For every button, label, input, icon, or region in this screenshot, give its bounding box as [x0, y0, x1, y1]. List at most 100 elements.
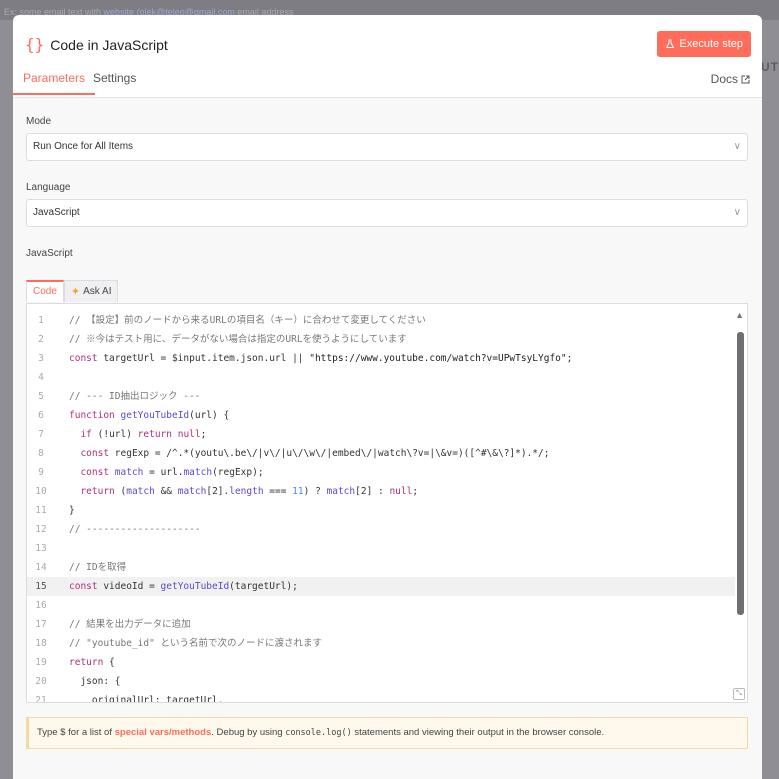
tab-code[interactable]: Code — [26, 280, 64, 302]
code-tabs: Code ✦ Ask AI — [26, 280, 119, 302]
code-text: function getYouTubeId(url) { — [69, 410, 230, 421]
code-line[interactable]: 16 — [27, 596, 735, 615]
line-number: 21 — [35, 695, 47, 703]
execute-step-button[interactable]: Execute step — [657, 31, 751, 57]
line-number: 5 — [38, 391, 44, 402]
sparkle-icon: ✦ — [70, 285, 81, 298]
language-select[interactable]: JavaScript ∨ — [26, 199, 748, 227]
tab-ask-ai[interactable]: ✦ Ask AI — [63, 280, 119, 302]
line-number: 11 — [35, 505, 47, 516]
hint-text-suffix: statements and viewing their output in t… — [354, 727, 605, 738]
docs-link[interactable]: Docs — [711, 72, 750, 86]
code-text: const targetUrl = $input.item.json.url |… — [69, 353, 573, 364]
code-line[interactable]: 13 — [27, 539, 735, 558]
hint-code: console.log() — [285, 728, 352, 738]
line-number: 6 — [38, 410, 44, 421]
code-text: // ※今はテスト用に、データがない場合は指定のURLを使うようにしています — [69, 334, 407, 345]
resize-handle-icon[interactable]: ⤡ — [733, 688, 745, 700]
code-hint-bar: Type $ for a list of special vars/method… — [26, 717, 748, 749]
code-line[interactable]: 15 const videoId = getYouTubeId(targetUrl… — [27, 577, 735, 596]
hint-text-middle: . Debug by using — [211, 727, 283, 738]
tab-settings[interactable]: Settings — [93, 71, 136, 93]
backdrop-label: UT — [761, 60, 779, 74]
language-value: JavaScript — [33, 207, 80, 218]
chevron-down-icon: ∨ — [733, 207, 741, 218]
code-braces-icon: {} — [25, 35, 45, 54]
code-text: const regExp = /^.*(youtu\.be\/|v\/|u\/\… — [80, 448, 550, 459]
code-line[interactable]: 19 return { — [27, 653, 735, 672]
parameters-panel: Mode Run Once for All Items ∨ Language J… — [13, 98, 762, 779]
code-line[interactable]: 18 // "youtube_id" という名前で次のノードに渡されます — [27, 634, 735, 653]
code-text: if (!url) return null; — [80, 429, 207, 440]
code-text: const match = url.match(regExp); — [80, 467, 264, 478]
code-text: originalUrl: targetUrl, — [69, 695, 224, 703]
line-number: 17 — [35, 619, 47, 630]
code-line[interactable]: 4 — [27, 368, 735, 387]
special-vars-link[interactable]: special vars/methods — [115, 727, 212, 738]
code-line[interactable]: 21 originalUrl: targetUrl, — [27, 691, 735, 703]
code-line[interactable]: 2 // ※今はテスト用に、データがない場合は指定のURLを使うようにしています — [27, 330, 735, 349]
code-text: // --- ID抽出ロジック --- — [69, 391, 201, 402]
code-line[interactable]: 10 return (match && match[2].length === … — [27, 482, 735, 501]
line-number: 1 — [38, 315, 44, 326]
flask-icon — [666, 39, 675, 48]
scroll-up-arrow-icon[interactable]: ▲ — [735, 310, 744, 320]
line-number: 13 — [35, 543, 47, 554]
node-tabs: Parameters Settings Docs — [13, 67, 762, 98]
code-text: const videoId = getYouTubeId(targetUrl); — [69, 581, 298, 592]
code-line[interactable]: 1 // 【設定】前のノードから来るURLの項目名（キー）に合わせて変更してくださ… — [27, 311, 735, 330]
line-number: 20 — [35, 676, 47, 687]
scrollbar-thumb[interactable] — [737, 332, 744, 615]
language-label: Language — [26, 182, 71, 193]
code-text: json: { — [69, 676, 121, 687]
line-number: 18 — [35, 638, 47, 649]
code-text: // 【設定】前のノードから来るURLの項目名（キー）に合わせて変更してください — [69, 315, 426, 326]
tab-parameters[interactable]: Parameters — [13, 71, 96, 95]
line-number: 16 — [35, 600, 47, 611]
code-line[interactable]: 8 const regExp = /^.*(youtu\.be\/|v\/|u\… — [27, 444, 735, 463]
mode-value: Run Once for All Items — [33, 141, 134, 152]
line-number: 15 — [35, 581, 47, 592]
code-text: // -------------------- — [69, 524, 201, 535]
code-line[interactable]: 6 function getYouTubeId(url) { — [27, 406, 735, 425]
code-text: return { — [69, 657, 115, 668]
line-number: 3 — [38, 353, 44, 364]
code-line[interactable]: 7 if (!url) return null; — [27, 425, 735, 444]
code-text: // 結果を出力データに追加 — [69, 619, 191, 630]
hint-text: Type $ for a list of — [37, 727, 112, 738]
code-line[interactable]: 20 json: { — [27, 672, 735, 691]
code-text: } — [69, 505, 75, 516]
line-number: 7 — [38, 429, 44, 440]
code-line[interactable]: 12 // -------------------- — [27, 520, 735, 539]
line-number: 12 — [35, 524, 47, 535]
ask-ai-label: Ask AI — [83, 285, 112, 297]
execute-step-label: Execute step — [679, 38, 743, 50]
code-editor[interactable]: 21 originalUrl: targetUrl, 20 json: {19 re… — [26, 303, 748, 703]
mode-select[interactable]: Run Once for All Items ∨ — [26, 133, 748, 161]
code-line[interactable]: 9 const match = url.match(regExp); — [27, 463, 735, 482]
external-link-icon — [741, 75, 750, 83]
chevron-down-icon: ∨ — [733, 141, 741, 152]
line-number: 4 — [38, 372, 44, 383]
line-number: 2 — [38, 334, 44, 345]
line-number: 14 — [35, 562, 47, 573]
code-line[interactable]: 17 // 結果を出力データに追加 — [27, 615, 735, 634]
docs-label: Docs — [710, 72, 738, 86]
line-number: 8 — [38, 448, 44, 459]
code-line[interactable]: 5 // --- ID抽出ロジック --- — [27, 387, 735, 406]
code-text: // "youtube_id" という名前で次のノードに渡されます — [69, 638, 323, 649]
code-line[interactable]: 11} — [27, 501, 735, 520]
code-line[interactable]: 3 const targetUrl = $input.item.json.url … — [27, 349, 735, 368]
modal-header: {} Code in JavaScript Execute step — [13, 15, 762, 67]
line-number: 19 — [35, 657, 47, 668]
title-wrap: {} Code in JavaScript — [25, 35, 168, 54]
line-number: 10 — [35, 486, 47, 497]
mode-label: Mode — [26, 116, 52, 127]
code-line[interactable]: 14 // IDを取得 — [27, 558, 735, 577]
code-text: // IDを取得 — [69, 562, 127, 573]
code-node-modal: {} Code in JavaScript Execute step Param… — [13, 15, 762, 779]
node-title[interactable]: Code in JavaScript — [50, 37, 168, 53]
code-text: return (match && match[2].length === 11)… — [80, 486, 419, 497]
line-number: 9 — [38, 467, 44, 478]
code-section-label: JavaScript — [26, 248, 73, 259]
